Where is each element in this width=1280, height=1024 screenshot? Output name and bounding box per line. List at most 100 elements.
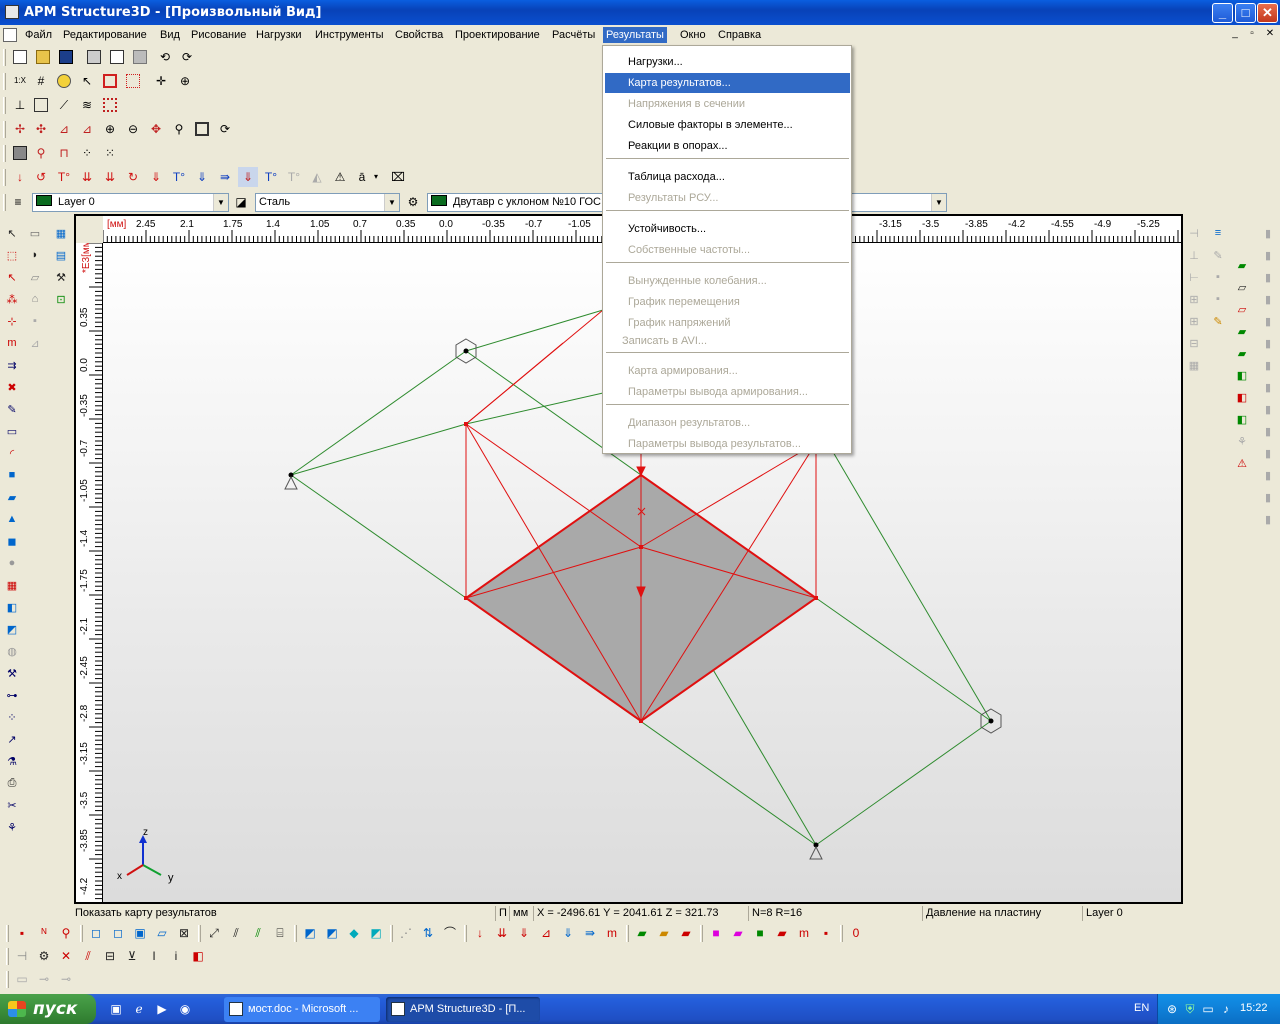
solid-load-icon[interactable]: ⚠ bbox=[330, 167, 350, 187]
language-indicator[interactable]: EN bbox=[1134, 1002, 1149, 1014]
mesh-icon[interactable]: ⁘ bbox=[77, 143, 97, 163]
profile-shape-icon[interactable]: ▮ bbox=[1259, 422, 1277, 440]
tray-volume-icon[interactable]: ♪ bbox=[1216, 999, 1236, 1019]
menu-view[interactable]: Вид bbox=[157, 27, 183, 43]
printer-icon[interactable]: ⎙ bbox=[3, 774, 21, 792]
node-icon[interactable]: ⊹ bbox=[3, 312, 21, 330]
menu-loads[interactable]: Нагрузки bbox=[253, 27, 305, 43]
node-grid-icon[interactable] bbox=[123, 71, 143, 91]
join-icon[interactable]: ⊢ bbox=[1185, 268, 1203, 286]
face-icon[interactable] bbox=[54, 71, 74, 91]
table-grid-icon[interactable]: ▦ bbox=[52, 224, 70, 242]
flat-icon[interactable]: ▱ bbox=[26, 268, 44, 286]
wrench-icon[interactable]: ⚒ bbox=[3, 664, 21, 682]
profile-shape-icon[interactable]: ▮ bbox=[1259, 290, 1277, 308]
load-case-icon[interactable]: ⌧ bbox=[388, 167, 408, 187]
start-button[interactable]: пуск bbox=[0, 994, 96, 1024]
layer-red-icon[interactable]: ▱ bbox=[1233, 300, 1251, 318]
snap-icon[interactable]: ⊕ bbox=[175, 71, 195, 91]
copy-element-icon[interactable]: ⊿ bbox=[77, 119, 97, 139]
minimize-button[interactable]: _ bbox=[1212, 3, 1233, 23]
align-icon[interactable]: ⊣ bbox=[1185, 224, 1203, 242]
tree-icon[interactable]: ⚘ bbox=[1233, 432, 1251, 450]
quicklaunch-media-icon[interactable]: ▶ bbox=[152, 999, 172, 1019]
gravity-icon[interactable]: ā bbox=[352, 167, 372, 187]
task-button-word[interactable]: мост.doc - Microsoft ... bbox=[224, 997, 380, 1022]
close-button[interactable]: ✕ bbox=[1257, 3, 1278, 23]
triangle-icon[interactable]: ▲ bbox=[3, 510, 21, 528]
profile-shape-icon[interactable]: ▮ bbox=[1259, 334, 1277, 352]
show-deformed-icon[interactable]: ⋰ bbox=[396, 923, 416, 943]
layer-green-icon[interactable]: ▰ bbox=[1233, 256, 1251, 274]
cube-outline-icon[interactable]: ◧ bbox=[1233, 410, 1251, 428]
nodes-icon[interactable]: ⁙ bbox=[100, 143, 120, 163]
results-menu-item[interactable]: Таблица расхода... bbox=[605, 167, 850, 187]
results-menu-item[interactable]: Реакции в опорах... bbox=[605, 136, 850, 156]
material-select[interactable]: Сталь ▼ bbox=[255, 193, 400, 212]
print-icon[interactable] bbox=[84, 47, 104, 67]
arc-icon[interactable]: ◜ bbox=[3, 444, 21, 462]
dropdown-arrow-icon[interactable]: ▾ bbox=[371, 167, 381, 187]
cube-icon[interactable]: ◧ bbox=[3, 598, 21, 616]
show-zero-icon[interactable]: 0 bbox=[846, 923, 866, 943]
warning-icon[interactable]: ⚠ bbox=[1233, 454, 1251, 472]
save-icon[interactable] bbox=[56, 47, 76, 67]
task-button-apm[interactable]: APM Structure3D - [П... bbox=[386, 997, 540, 1022]
scissors-icon[interactable]: ✂ bbox=[3, 796, 21, 814]
quicklaunch-ie-icon[interactable]: ℯ bbox=[129, 999, 149, 1019]
profile-shape-icon[interactable]: ▮ bbox=[1259, 444, 1277, 462]
zoom-in-icon[interactable]: ⊕ bbox=[100, 119, 120, 139]
mdi-minimize-button[interactable]: _ bbox=[1228, 28, 1242, 41]
show-plate-pressure-icon[interactable]: ▰ bbox=[772, 923, 792, 943]
profile-shape-icon[interactable]: ▮ bbox=[1259, 312, 1277, 330]
show-element-loads-icon[interactable]: ⇓ bbox=[558, 923, 578, 943]
layer-plane-icon[interactable]: ▰ bbox=[1233, 322, 1251, 340]
layer-properties-icon[interactable]: ✎ bbox=[1209, 312, 1227, 330]
wind-icon[interactable]: ⇛ bbox=[215, 167, 235, 187]
plate-temperature-icon[interactable]: T° bbox=[261, 167, 281, 187]
gear-tool-icon[interactable]: ⚙ bbox=[34, 946, 54, 966]
menu-draw[interactable]: Рисование bbox=[188, 27, 249, 43]
rotate-icon[interactable]: ✣ bbox=[31, 119, 51, 139]
frame-icon[interactable] bbox=[31, 95, 51, 115]
zoom-all-icon[interactable] bbox=[192, 119, 212, 139]
zoom-out-icon[interactable]: ⊖ bbox=[123, 119, 143, 139]
redo-icon[interactable]: ⟳ bbox=[177, 47, 197, 67]
tray-display-icon[interactable]: ▭ bbox=[1198, 999, 1218, 1019]
show-layer-2-icon[interactable]: ▰ bbox=[654, 923, 674, 943]
hinge-icon[interactable]: ⊓ bbox=[54, 143, 74, 163]
text-tool-icon[interactable]: I bbox=[144, 946, 164, 966]
crosshair-icon[interactable]: ✛ bbox=[151, 71, 171, 91]
stair-icon[interactable]: ⊿ bbox=[26, 334, 44, 352]
beam-icon[interactable]: ≋ bbox=[77, 95, 97, 115]
move-icon[interactable]: ✢ bbox=[10, 119, 30, 139]
mesh-array-icon[interactable]: ▦ bbox=[1185, 356, 1203, 374]
show-3d-icon[interactable]: ◩ bbox=[300, 923, 320, 943]
frame-grid-icon[interactable]: ⊞ bbox=[1185, 290, 1203, 308]
show-pink-icon[interactable]: ▰ bbox=[728, 923, 748, 943]
new-icon[interactable] bbox=[10, 47, 30, 67]
beam-element-icon[interactable]: ▭ bbox=[3, 422, 21, 440]
undo-icon[interactable]: ⟲ bbox=[155, 47, 175, 67]
show-nodes-icon[interactable]: ▪ bbox=[12, 923, 32, 943]
section-icon[interactable] bbox=[10, 143, 30, 163]
layers-icon[interactable]: ≡ bbox=[8, 192, 28, 212]
show-plane-icon[interactable]: ▱ bbox=[152, 923, 172, 943]
scale-icon[interactable]: 1:X bbox=[10, 71, 30, 91]
connect-icon[interactable] bbox=[100, 95, 120, 115]
tool-icon[interactable]: ⚗ bbox=[3, 752, 21, 770]
table-icon[interactable]: ▤ bbox=[52, 246, 70, 264]
layer-select[interactable]: Layer 0 ▼ bbox=[32, 193, 229, 212]
show-shells-icon[interactable]: ▣ bbox=[130, 923, 150, 943]
plate-icon[interactable]: ■ bbox=[3, 466, 21, 484]
tray-shield-icon[interactable]: ⛨ bbox=[1180, 999, 1200, 1019]
member-icon[interactable]: ⟋ bbox=[54, 95, 74, 115]
axis-arrows-icon[interactable]: ⇉ bbox=[3, 356, 21, 374]
layer-flat-icon[interactable]: ▰ bbox=[1233, 344, 1251, 362]
select-member-icon[interactable]: ↖ bbox=[3, 268, 21, 286]
sphere-icon[interactable]: ● bbox=[3, 554, 21, 572]
show-wind-icon[interactable]: ⇛ bbox=[580, 923, 600, 943]
layer-add-icon[interactable]: ▪ bbox=[1209, 268, 1227, 286]
profile-shape-icon[interactable]: ▮ bbox=[1259, 378, 1277, 396]
arrow-icon[interactable]: ↗ bbox=[3, 730, 21, 748]
